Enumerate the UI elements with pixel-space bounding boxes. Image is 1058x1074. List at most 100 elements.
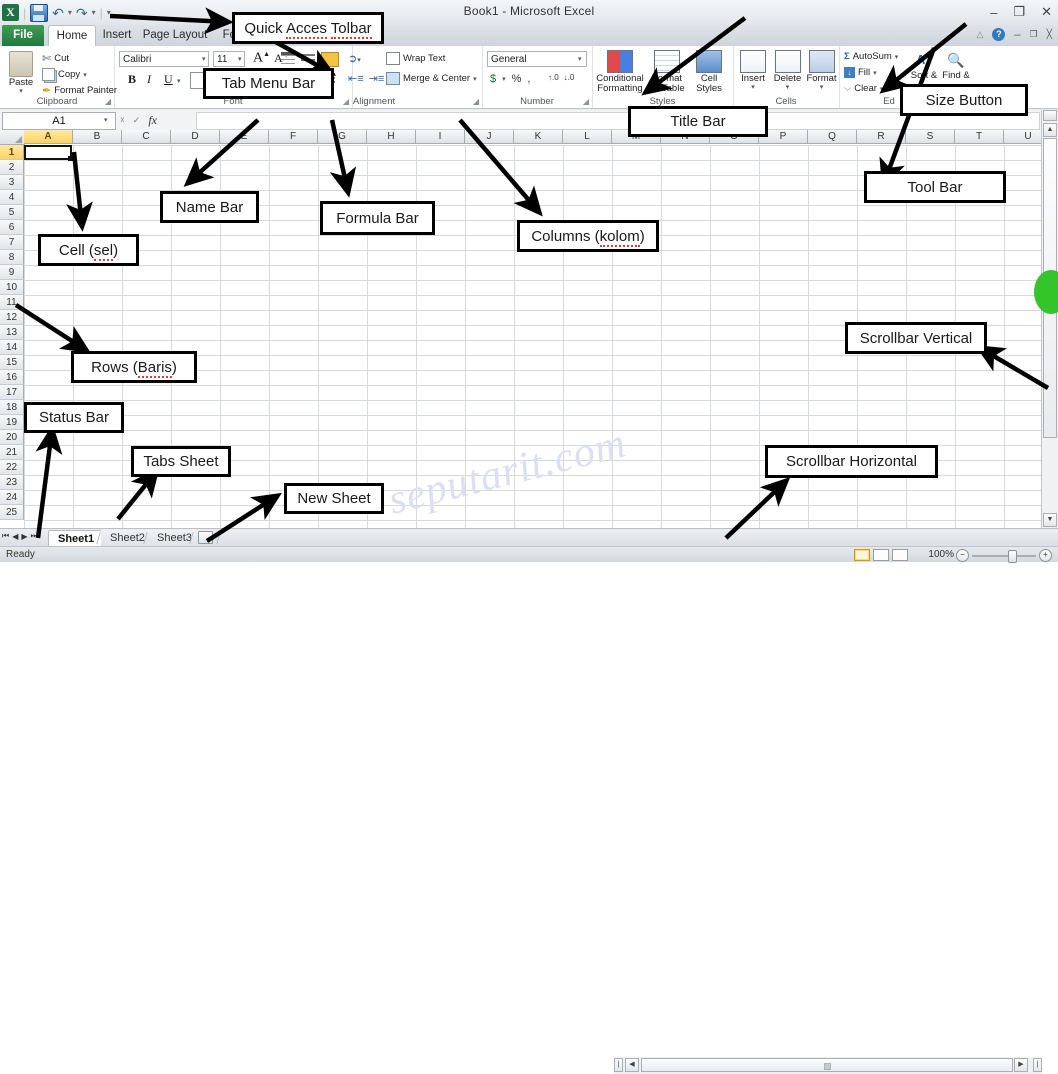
active-cell[interactable]: [24, 145, 73, 161]
row-header-17[interactable]: 17: [0, 385, 24, 400]
name-box[interactable]: A1: [2, 112, 116, 130]
row-header-7[interactable]: 7: [0, 235, 24, 250]
column-header-I[interactable]: I: [416, 130, 465, 144]
last-sheet-icon[interactable]: ⏭: [31, 531, 38, 541]
copy-button[interactable]: Copy ▾: [42, 68, 87, 81]
merge-center-button[interactable]: Merge & Center ▾: [386, 72, 477, 85]
number-quick-formats[interactable]: $ ▾ % ,: [490, 73, 530, 85]
column-header-B[interactable]: B: [73, 130, 122, 144]
vertical-align-group[interactable]: [281, 52, 339, 67]
first-sheet-icon[interactable]: ⏮: [2, 531, 9, 541]
decrease-indent-icon[interactable]: ⇤≡: [348, 72, 364, 85]
clipboard-dialog-launcher[interactable]: ◢: [105, 97, 111, 106]
column-header-T[interactable]: T: [955, 130, 1004, 144]
next-sheet-icon[interactable]: ▶: [21, 532, 27, 541]
format-dropdown-icon[interactable]: ▾: [805, 84, 838, 91]
column-header-R[interactable]: R: [857, 130, 906, 144]
column-header-S[interactable]: S: [906, 130, 955, 144]
cell-styles-button[interactable]: Cell Styles: [690, 50, 728, 94]
name-box-dropdown-icon[interactable]: ▾: [104, 116, 108, 124]
percent-icon[interactable]: %: [512, 73, 522, 85]
underline-dropdown-icon[interactable]: ▾: [177, 77, 181, 85]
autosum-button[interactable]: Σ AutoSum ▾: [844, 51, 898, 62]
zoom-out-button[interactable]: −: [956, 549, 969, 562]
row-header-12[interactable]: 12: [0, 310, 24, 325]
restore-button[interactable]: ❐: [1013, 4, 1025, 20]
close-ribbon-icon[interactable]: ╳: [1047, 29, 1052, 40]
row-header-21[interactable]: 21: [0, 445, 24, 460]
row-header-19[interactable]: 19: [0, 415, 24, 430]
minimize-button[interactable]: –: [990, 5, 997, 20]
select-all-button[interactable]: [0, 130, 25, 145]
column-header-F[interactable]: F: [269, 130, 318, 144]
alignment-dialog-launcher[interactable]: ◢: [473, 97, 479, 106]
comma-icon[interactable]: ,: [527, 73, 530, 85]
insert-dropdown-icon[interactable]: ▾: [737, 84, 769, 91]
delete-dropdown-icon[interactable]: ▾: [771, 84, 804, 91]
increase-indent-icon[interactable]: ⇥≡: [369, 72, 385, 85]
zoom-in-button[interactable]: +: [1039, 549, 1052, 562]
minimize-ribbon-icon[interactable]: –: [1014, 29, 1020, 41]
align-middle-icon[interactable]: [301, 52, 315, 64]
align-bottom-icon[interactable]: [321, 52, 339, 67]
tab-file[interactable]: File: [2, 25, 44, 46]
row-header-22[interactable]: 22: [0, 460, 24, 475]
column-header-Q[interactable]: Q: [808, 130, 857, 144]
merge-dropdown-icon[interactable]: ▾: [473, 75, 477, 83]
tab-page-layout[interactable]: Page Layout: [140, 25, 210, 46]
find-select-button[interactable]: 🔍 Find &: [939, 50, 973, 81]
row-header-18[interactable]: 18: [0, 400, 24, 415]
ribbon-window-controls[interactable]: △ ? – ❐ ╳: [976, 28, 1052, 41]
row-header-23[interactable]: 23: [0, 475, 24, 490]
row-header-24[interactable]: 24: [0, 490, 24, 505]
align-top-icon[interactable]: [281, 52, 295, 67]
new-sheet-button[interactable]: [198, 531, 213, 545]
tab-home[interactable]: Home: [48, 25, 96, 48]
clear-dropdown-icon[interactable]: ▾: [880, 85, 884, 93]
row-header-2[interactable]: 2: [0, 160, 24, 175]
zoom-thumb[interactable]: [1008, 550, 1017, 563]
row-header-14[interactable]: 14: [0, 340, 24, 355]
wrap-text-button[interactable]: Wrap Text: [386, 52, 445, 65]
font-family-input[interactable]: Calibri: [119, 51, 209, 67]
page-layout-view-icon[interactable]: [873, 549, 889, 561]
indent-group[interactable]: ⇤≡ ⇥≡: [348, 72, 384, 85]
window-controls[interactable]: – ❐ ✕: [990, 4, 1052, 20]
row-header-4[interactable]: 4: [0, 190, 24, 205]
conditional-formatting-button[interactable]: Conditional Formatting: [596, 50, 644, 94]
sheet-nav-buttons[interactable]: ⏮ ◀ ▶ ⏭: [2, 531, 38, 541]
row-header-3[interactable]: 3: [0, 175, 24, 190]
format-as-table-button[interactable]: Format as Table: [646, 50, 688, 94]
column-header-C[interactable]: C: [122, 130, 171, 144]
column-header-L[interactable]: L: [563, 130, 612, 144]
hsplit-handle-right[interactable]: |: [1033, 1058, 1042, 1072]
hsplit-handle[interactable]: |: [614, 1058, 623, 1072]
row-header-6[interactable]: 6: [0, 220, 24, 235]
formula-bar-buttons[interactable]: ☓ ✓ fx: [120, 113, 157, 128]
scroll-up-button[interactable]: ▲: [1043, 123, 1057, 137]
help-icon[interactable]: ?: [992, 28, 1006, 41]
scroll-down-button[interactable]: ▼: [1043, 513, 1057, 527]
restore-ribbon-icon[interactable]: ❐: [1030, 29, 1038, 40]
zoom-level[interactable]: 100%: [928, 549, 954, 560]
scroll-left-button[interactable]: ◀: [625, 1058, 639, 1072]
number-format-dropdown-icon[interactable]: ▾: [578, 55, 582, 63]
delete-cells-button[interactable]: Delete ▾: [771, 50, 804, 91]
copy-dropdown-icon[interactable]: ▾: [83, 71, 87, 79]
font-family-dropdown-icon[interactable]: ▾: [202, 55, 206, 63]
close-button[interactable]: ✕: [1041, 4, 1052, 20]
decimal-group[interactable]: ↑.0 ↓.0: [548, 73, 574, 82]
orientation-button[interactable]: ➲▾: [348, 52, 361, 65]
insert-cells-button[interactable]: Insert ▾: [737, 50, 769, 91]
number-dialog-launcher[interactable]: ◢: [583, 97, 589, 106]
column-header-E[interactable]: E: [220, 130, 269, 144]
format-cells-button[interactable]: Format ▾: [805, 50, 838, 91]
column-header-G[interactable]: G: [318, 130, 367, 144]
row-header-15[interactable]: 15: [0, 355, 24, 370]
column-header-K[interactable]: K: [514, 130, 563, 144]
cut-button[interactable]: ✄ Cut: [42, 52, 69, 65]
paste-dropdown-icon[interactable]: ▾: [4, 88, 38, 95]
zoom-slider[interactable]: − +: [956, 549, 1052, 563]
currency-icon[interactable]: $: [490, 73, 496, 85]
autosum-dropdown-icon[interactable]: ▾: [895, 53, 899, 61]
